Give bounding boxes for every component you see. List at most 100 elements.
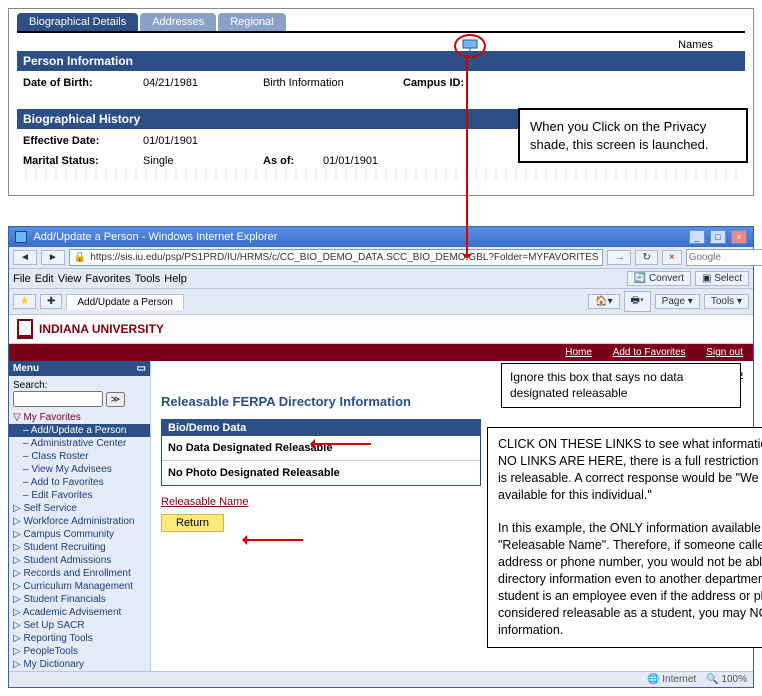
- menu-bar: File Edit View Favorites Tools Help 🔄 Co…: [9, 269, 753, 289]
- menu-file[interactable]: File: [13, 273, 31, 285]
- sidebar-item-17[interactable]: ▷ Reporting Tools: [9, 632, 150, 645]
- tools-dropdown[interactable]: Tools ▾: [704, 294, 749, 309]
- torn-edge: [17, 169, 745, 179]
- back-button[interactable]: ◄: [13, 250, 37, 265]
- stop-button[interactable]: ×: [662, 250, 682, 265]
- red-arrow-to-relname: [243, 539, 303, 541]
- nav-sign-out[interactable]: Sign out: [706, 347, 743, 358]
- sidebar-item-9[interactable]: ▷ Campus Community: [9, 528, 150, 541]
- campus-id-label: Campus ID:: [403, 77, 523, 89]
- refresh-button[interactable]: ↻: [635, 250, 657, 265]
- main-content: New Window | Help 🖶 Releasable FERPA Dir…: [151, 361, 753, 671]
- tab-biographical[interactable]: Biographical Details: [17, 13, 138, 31]
- sidebar-item-7[interactable]: ▷ Self Service: [9, 502, 150, 515]
- add-favorites-icon[interactable]: ✚: [40, 294, 62, 309]
- no-data-text: No Data Designated Releasable: [162, 436, 480, 460]
- iu-logo: INDIANA UNIVERSITY: [17, 319, 164, 339]
- sidebar-list: ▽ My Favorites– Add/Update a Person– Adm…: [9, 411, 150, 671]
- browser-tab-active[interactable]: Add/Update a Person: [66, 294, 184, 310]
- marital-value: Single: [143, 155, 263, 167]
- no-photo-text: No Photo Designated Releasable: [162, 460, 480, 485]
- asof-label: As of:: [263, 155, 323, 167]
- sidebar-item-6[interactable]: – Edit Favorites: [9, 489, 150, 502]
- tab-regional[interactable]: Regional: [218, 13, 285, 31]
- sidebar-item-16[interactable]: ▷ Set Up SACR: [9, 619, 150, 632]
- sidebar-header: Menu ▭: [9, 361, 150, 376]
- sidebar-search-go[interactable]: ≫: [106, 392, 125, 407]
- sidebar-item-3[interactable]: – Class Roster: [9, 450, 150, 463]
- favorites-star-icon[interactable]: ★: [13, 294, 36, 309]
- nav-add-favorites[interactable]: Add to Favorites: [613, 347, 686, 358]
- address-bar-row: ◄ ► 🔒 https://sis.iu.edu/psp/PS1PRD/IU/H…: [9, 247, 753, 269]
- address-bar[interactable]: 🔒 https://sis.iu.edu/psp/PS1PRD/IU/HRMS/…: [69, 249, 604, 266]
- sidebar-item-1[interactable]: – Add/Update a Person: [9, 424, 150, 437]
- menu-view[interactable]: View: [58, 273, 82, 285]
- window-controls: _ □ ×: [687, 230, 747, 244]
- go-button[interactable]: →: [607, 250, 631, 265]
- menu-favorites[interactable]: Favorites: [85, 273, 130, 285]
- sidebar-menu-label: Menu: [13, 363, 39, 374]
- menu-help[interactable]: Help: [164, 273, 187, 285]
- sidebar-item-14[interactable]: ▷ Student Financials: [9, 593, 150, 606]
- window-title: Add/Update a Person - Windows Internet E…: [15, 231, 277, 243]
- maximize-button[interactable]: □: [710, 230, 726, 244]
- privacy-shade-circle: [454, 34, 486, 58]
- select-button[interactable]: ▣ Select: [695, 271, 749, 286]
- return-button[interactable]: Return: [161, 514, 224, 532]
- tab-addresses[interactable]: Addresses: [140, 13, 216, 31]
- names-link[interactable]: Names: [678, 39, 713, 51]
- sidebar-item-11[interactable]: ▷ Student Admissions: [9, 554, 150, 567]
- birth-info-link[interactable]: Birth Information: [263, 77, 403, 89]
- sidebar-item-15[interactable]: ▷ Academic Advisement: [9, 606, 150, 619]
- status-zone: 🌐 Internet: [647, 674, 696, 685]
- browser-tabs: ★ ✚ Add/Update a Person 🏠▾ 🖶▾ Page ▾ Too…: [9, 289, 753, 315]
- url-text: https://sis.iu.edu/psp/PS1PRD/IU/HRMS/c/…: [90, 252, 598, 263]
- close-button[interactable]: ×: [731, 230, 747, 244]
- asof-value: 01/01/1901: [323, 155, 443, 167]
- dob-label: Date of Birth:: [23, 77, 143, 89]
- effdate-label: Effective Date:: [23, 135, 143, 147]
- menu-tools[interactable]: Tools: [135, 273, 161, 285]
- effdate-value: 01/01/1901: [143, 135, 263, 147]
- red-arrow-to-nodata: [311, 443, 371, 445]
- callout-ignore: Ignore this box that says no data design…: [501, 363, 741, 408]
- sidebar-item-19[interactable]: ▷ My Dictionary: [9, 658, 150, 671]
- home-icon[interactable]: 🏠▾: [588, 294, 619, 309]
- sidebar-item-8[interactable]: ▷ Workforce Administration: [9, 515, 150, 528]
- forward-button[interactable]: ►: [41, 250, 65, 265]
- sidebar-item-2[interactable]: – Administrative Center: [9, 437, 150, 450]
- sidebar-item-5[interactable]: – Add to Favorites: [9, 476, 150, 489]
- iu-header: INDIANA UNIVERSITY: [9, 315, 753, 344]
- iu-navbar: Home Add to Favorites Sign out: [9, 344, 753, 361]
- sidebar-item-4[interactable]: – View My Advisees: [9, 463, 150, 476]
- content-area: Menu ▭ Search: ≫ ▽ My Favorites– Add/Upd…: [9, 361, 753, 671]
- sidebar-item-12[interactable]: ▷ Records and Enrollment: [9, 567, 150, 580]
- sidebar-item-0[interactable]: ▽ My Favorites: [9, 411, 150, 424]
- sidebar-search: Search: ≫: [9, 376, 150, 411]
- person-info-header: Person Information: [17, 51, 745, 71]
- status-bar: 🌐 Internet 🔍 100%: [9, 671, 753, 687]
- sidebar-search-input[interactable]: [13, 391, 103, 407]
- lock-icon: 🔒: [74, 252, 86, 263]
- sidebar-item-13[interactable]: ▷ Curriculum Management: [9, 580, 150, 593]
- marital-label: Marital Status:: [23, 155, 143, 167]
- sidebar-item-18[interactable]: ▷ PeopleTools: [9, 645, 150, 658]
- iu-trident-icon: [17, 319, 33, 339]
- search-box[interactable]: [686, 249, 762, 266]
- browser-window: Add/Update a Person - Windows Internet E…: [8, 226, 754, 688]
- red-arrow-down: [466, 58, 468, 258]
- nav-home[interactable]: Home: [565, 347, 592, 358]
- page-dropdown[interactable]: Page ▾: [655, 294, 700, 309]
- callout-privacy: When you Click on the Privacy shade, thi…: [518, 108, 748, 163]
- minimize-button[interactable]: _: [689, 230, 705, 244]
- convert-button[interactable]: 🔄 Convert: [627, 271, 691, 286]
- privacy-shade-icon[interactable]: [462, 39, 478, 53]
- biographical-details-panel: Biographical Details Addresses Regional …: [8, 8, 754, 196]
- print-icon[interactable]: 🖶▾: [624, 291, 651, 312]
- window-title-text: Add/Update a Person - Windows Internet E…: [33, 231, 277, 243]
- sidebar-collapse-icon[interactable]: ▭: [137, 363, 146, 374]
- status-zoom: 🔍 100%: [706, 674, 747, 685]
- tab-row: Biographical Details Addresses Regional: [17, 13, 745, 33]
- sidebar-item-10[interactable]: ▷ Student Recruiting: [9, 541, 150, 554]
- menu-edit[interactable]: Edit: [35, 273, 54, 285]
